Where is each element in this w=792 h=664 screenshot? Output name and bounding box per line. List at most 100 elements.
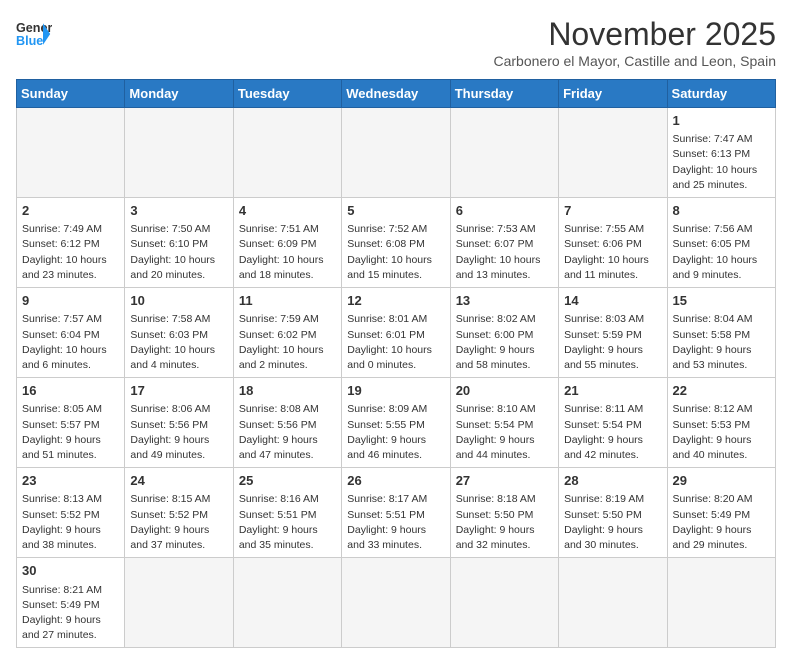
calendar-day-cell: [559, 558, 667, 648]
day-info: Sunrise: 8:21 AM Sunset: 5:49 PM Dayligh…: [22, 583, 119, 644]
logo: General Blue: [16, 16, 52, 52]
calendar-day-cell: 14 Sunrise: 8:03 AM Sunset: 5:59 PM Dayli…: [559, 288, 667, 378]
calendar-week-row: 1Sunrise: 7:47 AM Sunset: 6:13 PM Daylig…: [17, 108, 776, 198]
day-info: Sunrise: 7:55 AM Sunset: 6:06 PM Dayligh…: [564, 222, 661, 283]
calendar-day-cell: 12Sunrise: 8:01 AM Sunset: 6:01 PM Dayli…: [342, 288, 450, 378]
calendar-day-cell: 20Sunrise: 8:10 AM Sunset: 5:54 PM Dayli…: [450, 378, 558, 468]
day-number: 27: [456, 472, 553, 490]
day-info: Sunrise: 8:13 AM Sunset: 5:52 PM Dayligh…: [22, 492, 119, 553]
calendar-day-cell: 21Sunrise: 8:11 AM Sunset: 5:54 PM Dayli…: [559, 378, 667, 468]
day-info: Sunrise: 7:57 AM Sunset: 6:04 PM Dayligh…: [22, 312, 119, 373]
day-number: 29: [673, 472, 770, 490]
day-info: Sunrise: 8:04 AM Sunset: 5:58 PM Dayligh…: [673, 312, 770, 373]
day-number: 15: [673, 292, 770, 310]
calendar-day-cell: [450, 558, 558, 648]
day-info: Sunrise: 8:08 AM Sunset: 5:56 PM Dayligh…: [239, 402, 336, 463]
svg-text:Blue: Blue: [16, 34, 43, 48]
day-info: Sunrise: 7:50 AM Sunset: 6:10 PM Dayligh…: [130, 222, 227, 283]
calendar-day-cell: [450, 108, 558, 198]
logo-icon: General Blue: [16, 16, 52, 52]
day-number: 17: [130, 382, 227, 400]
weekday-header-row: SundayMondayTuesdayWednesdayThursdayFrid…: [17, 80, 776, 108]
weekday-header-sunday: Sunday: [17, 80, 125, 108]
day-info: Sunrise: 8:03 AM Sunset: 5:59 PM Dayligh…: [564, 312, 661, 373]
calendar-day-cell: 26 Sunrise: 8:17 AM Sunset: 5:51 PM Dayli…: [342, 468, 450, 558]
calendar-day-cell: 22Sunrise: 8:12 AM Sunset: 5:53 PM Dayli…: [667, 378, 775, 468]
calendar-week-row: 9 Sunrise: 7:57 AM Sunset: 6:04 PM Daylig…: [17, 288, 776, 378]
calendar-day-cell: [667, 558, 775, 648]
calendar-day-cell: 2 Sunrise: 7:49 AM Sunset: 6:12 PM Daylig…: [17, 198, 125, 288]
calendar-day-cell: 19 Sunrise: 8:09 AM Sunset: 5:55 PM Dayli…: [342, 378, 450, 468]
calendar-day-cell: [17, 108, 125, 198]
calendar-day-cell: [125, 558, 233, 648]
calendar-day-cell: 9 Sunrise: 7:57 AM Sunset: 6:04 PM Daylig…: [17, 288, 125, 378]
day-number: 22: [673, 382, 770, 400]
weekday-header-friday: Friday: [559, 80, 667, 108]
day-number: 3: [130, 202, 227, 220]
weekday-header-monday: Monday: [125, 80, 233, 108]
calendar-day-cell: 16Sunrise: 8:05 AM Sunset: 5:57 PM Dayli…: [17, 378, 125, 468]
day-info: Sunrise: 7:59 AM Sunset: 6:02 PM Dayligh…: [239, 312, 336, 373]
day-number: 23: [22, 472, 119, 490]
day-number: 6: [456, 202, 553, 220]
day-info: Sunrise: 7:58 AM Sunset: 6:03 PM Dayligh…: [130, 312, 227, 373]
day-info: Sunrise: 7:56 AM Sunset: 6:05 PM Dayligh…: [673, 222, 770, 283]
calendar-day-cell: 30 Sunrise: 8:21 AM Sunset: 5:49 PM Dayli…: [17, 558, 125, 648]
day-number: 2: [22, 202, 119, 220]
calendar-day-cell: 10 Sunrise: 7:58 AM Sunset: 6:03 PM Dayli…: [125, 288, 233, 378]
calendar-day-cell: 13 Sunrise: 8:02 AM Sunset: 6:00 PM Dayli…: [450, 288, 558, 378]
weekday-header-wednesday: Wednesday: [342, 80, 450, 108]
calendar-day-cell: 5Sunrise: 7:52 AM Sunset: 6:08 PM Daylig…: [342, 198, 450, 288]
day-info: Sunrise: 7:49 AM Sunset: 6:12 PM Dayligh…: [22, 222, 119, 283]
calendar-day-cell: 3 Sunrise: 7:50 AM Sunset: 6:10 PM Daylig…: [125, 198, 233, 288]
calendar-day-cell: 27Sunrise: 8:18 AM Sunset: 5:50 PM Dayli…: [450, 468, 558, 558]
calendar-day-cell: [342, 108, 450, 198]
day-number: 9: [22, 292, 119, 310]
calendar-day-cell: 7 Sunrise: 7:55 AM Sunset: 6:06 PM Daylig…: [559, 198, 667, 288]
title-block: November 2025 Carbonero el Mayor, Castil…: [493, 16, 776, 69]
calendar-day-cell: 8 Sunrise: 7:56 AM Sunset: 6:05 PM Daylig…: [667, 198, 775, 288]
day-info: Sunrise: 8:02 AM Sunset: 6:00 PM Dayligh…: [456, 312, 553, 373]
calendar-day-cell: 25Sunrise: 8:16 AM Sunset: 5:51 PM Dayli…: [233, 468, 341, 558]
day-number: 5: [347, 202, 444, 220]
day-info: Sunrise: 7:53 AM Sunset: 6:07 PM Dayligh…: [456, 222, 553, 283]
day-number: 18: [239, 382, 336, 400]
day-number: 20: [456, 382, 553, 400]
calendar-day-cell: 11 Sunrise: 7:59 AM Sunset: 6:02 PM Dayli…: [233, 288, 341, 378]
day-number: 10: [130, 292, 227, 310]
calendar-week-row: 16Sunrise: 8:05 AM Sunset: 5:57 PM Dayli…: [17, 378, 776, 468]
day-info: Sunrise: 8:19 AM Sunset: 5:50 PM Dayligh…: [564, 492, 661, 553]
day-number: 13: [456, 292, 553, 310]
weekday-header-tuesday: Tuesday: [233, 80, 341, 108]
day-info: Sunrise: 8:11 AM Sunset: 5:54 PM Dayligh…: [564, 402, 661, 463]
day-number: 11: [239, 292, 336, 310]
weekday-header-thursday: Thursday: [450, 80, 558, 108]
calendar-day-cell: [233, 558, 341, 648]
day-info: Sunrise: 7:51 AM Sunset: 6:09 PM Dayligh…: [239, 222, 336, 283]
day-info: Sunrise: 8:20 AM Sunset: 5:49 PM Dayligh…: [673, 492, 770, 553]
day-number: 8: [673, 202, 770, 220]
day-info: Sunrise: 8:01 AM Sunset: 6:01 PM Dayligh…: [347, 312, 444, 373]
day-number: 25: [239, 472, 336, 490]
calendar-day-cell: [125, 108, 233, 198]
day-number: 30: [22, 562, 119, 580]
day-info: Sunrise: 8:05 AM Sunset: 5:57 PM Dayligh…: [22, 402, 119, 463]
calendar-day-cell: 24Sunrise: 8:15 AM Sunset: 5:52 PM Dayli…: [125, 468, 233, 558]
calendar-week-row: 30 Sunrise: 8:21 AM Sunset: 5:49 PM Dayli…: [17, 558, 776, 648]
calendar-day-cell: 18 Sunrise: 8:08 AM Sunset: 5:56 PM Dayli…: [233, 378, 341, 468]
day-info: Sunrise: 8:09 AM Sunset: 5:55 PM Dayligh…: [347, 402, 444, 463]
day-number: 14: [564, 292, 661, 310]
calendar-day-cell: 4Sunrise: 7:51 AM Sunset: 6:09 PM Daylig…: [233, 198, 341, 288]
calendar-day-cell: [342, 558, 450, 648]
day-number: 19: [347, 382, 444, 400]
calendar-day-cell: 1Sunrise: 7:47 AM Sunset: 6:13 PM Daylig…: [667, 108, 775, 198]
day-info: Sunrise: 8:17 AM Sunset: 5:51 PM Dayligh…: [347, 492, 444, 553]
day-number: 26: [347, 472, 444, 490]
header: General Blue November 2025 Carbonero el …: [16, 16, 776, 69]
location-title: Carbonero el Mayor, Castille and Leon, S…: [493, 53, 776, 69]
day-number: 24: [130, 472, 227, 490]
calendar: SundayMondayTuesdayWednesdayThursdayFrid…: [16, 79, 776, 648]
calendar-day-cell: 29 Sunrise: 8:20 AM Sunset: 5:49 PM Dayli…: [667, 468, 775, 558]
day-info: Sunrise: 7:47 AM Sunset: 6:13 PM Dayligh…: [673, 132, 770, 193]
day-number: 7: [564, 202, 661, 220]
